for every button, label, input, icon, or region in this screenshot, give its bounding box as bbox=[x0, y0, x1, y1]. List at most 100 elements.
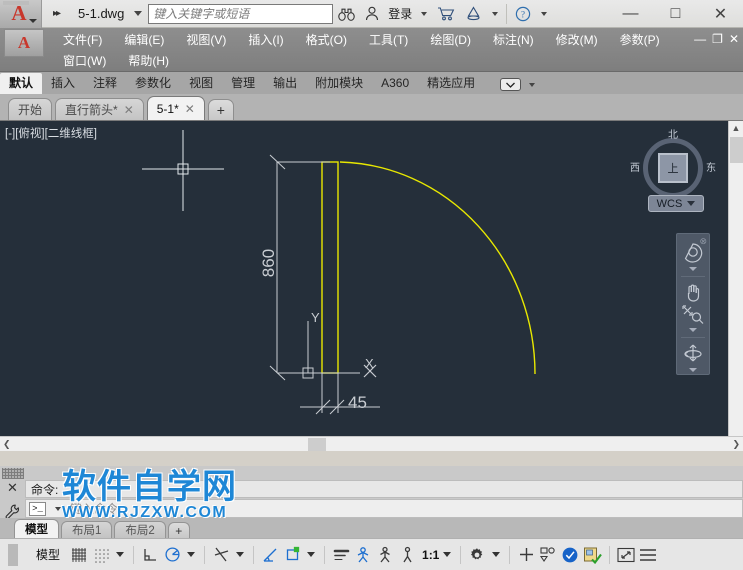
close-icon[interactable]: ✕ bbox=[185, 102, 195, 116]
ribbon-options-dropdown-icon[interactable] bbox=[529, 82, 536, 87]
status-menu-icon[interactable] bbox=[637, 542, 659, 568]
annotation-scale-dropdown-icon[interactable] bbox=[443, 552, 452, 557]
menu-item-format[interactable]: 格式(O) bbox=[295, 30, 358, 50]
annotation-scale-label[interactable]: 1:1 bbox=[418, 548, 439, 562]
qat-expand-icon[interactable]: ▸▸ bbox=[48, 8, 64, 19]
horizontal-scrollbar[interactable]: ❮ ❯ bbox=[0, 436, 743, 451]
chevron-down-icon[interactable] bbox=[687, 201, 696, 206]
sign-in-label[interactable]: 登录 bbox=[384, 5, 416, 22]
scroll-up-arrow-icon[interactable]: ▲ bbox=[732, 121, 741, 135]
vertical-scrollbar-thumb[interactable] bbox=[729, 137, 743, 163]
annotation-monitor-icon[interactable] bbox=[396, 542, 418, 568]
isolate-objects-icon[interactable] bbox=[537, 542, 559, 568]
scroll-right-arrow-icon[interactable]: ❯ bbox=[732, 439, 740, 450]
close-icon[interactable]: ✕ bbox=[124, 103, 134, 117]
maximize-button[interactable]: □ bbox=[653, 0, 698, 28]
ribbon-minimize-control[interactable] bbox=[500, 78, 540, 94]
object-snap-tracking-icon[interactable] bbox=[259, 542, 281, 568]
polar-tracking-icon[interactable] bbox=[161, 542, 183, 568]
command-history[interactable]: 命令: bbox=[25, 480, 743, 498]
drawing-canvas[interactable]: [-][俯视][二维线框] 860 45 Y X 上 北 西 东 WCS ⊗ bbox=[0, 121, 728, 442]
close-icon[interactable]: ✕ bbox=[7, 480, 18, 496]
menu-item-window[interactable]: 窗口(W) bbox=[52, 51, 117, 71]
zoom-extents-icon[interactable] bbox=[679, 305, 707, 325]
ducs-dropdown-icon[interactable] bbox=[307, 552, 316, 557]
clean-screen-icon[interactable] bbox=[615, 542, 637, 568]
layout-tab-layout1[interactable]: 布局1 bbox=[61, 521, 113, 538]
application-menu-button[interactable]: A bbox=[0, 0, 42, 28]
menu-item-file[interactable]: 文件(F) bbox=[52, 30, 113, 50]
close-button[interactable]: ✕ bbox=[698, 0, 743, 28]
ribbon-tab-featured-apps[interactable]: 精选应用 bbox=[418, 73, 484, 94]
customization-plus-icon[interactable] bbox=[515, 542, 537, 568]
help-icon[interactable]: ? bbox=[510, 0, 536, 28]
menu-item-tools[interactable]: 工具(T) bbox=[358, 30, 419, 50]
share-dropdown-icon[interactable] bbox=[492, 11, 499, 16]
user-icon[interactable] bbox=[360, 0, 384, 28]
layout-tab-layout2[interactable]: 布局2 bbox=[114, 521, 166, 538]
share-icon[interactable] bbox=[460, 0, 487, 28]
doc-tab-5-1[interactable]: 5-1* ✕ bbox=[146, 96, 205, 120]
mdi-minimize-button[interactable]: — bbox=[694, 32, 706, 46]
menu-item-edit[interactable]: 编辑(E) bbox=[113, 30, 175, 50]
menu-item-insert[interactable]: 插入(I) bbox=[237, 30, 294, 50]
ribbon-tab-addins[interactable]: 附加模块 bbox=[306, 73, 372, 94]
transparency-icon[interactable] bbox=[352, 542, 374, 568]
layout-tab-model[interactable]: 模型 bbox=[14, 519, 59, 538]
viewcube-top-face[interactable]: 上 bbox=[658, 153, 688, 183]
snap-dropdown-icon[interactable] bbox=[116, 552, 125, 557]
title-dropdown-icon[interactable] bbox=[134, 11, 143, 16]
hardware-accel-icon[interactable] bbox=[559, 542, 581, 568]
search-input[interactable]: 键入关键字或短语 bbox=[148, 3, 334, 24]
orbit-dropdown-icon[interactable] bbox=[689, 368, 697, 372]
mdi-restore-button[interactable]: ❐ bbox=[712, 32, 723, 46]
drawing-viewport[interactable]: [-][俯视][二维线框] 860 45 Y X 上 北 西 东 WCS ⊗ ▲… bbox=[0, 121, 743, 451]
minimize-button[interactable]: — bbox=[608, 0, 653, 28]
ribbon-tab-a360[interactable]: A360 bbox=[372, 73, 418, 94]
vertical-scrollbar[interactable]: ▲ bbox=[728, 121, 743, 442]
signin-dropdown-icon[interactable] bbox=[421, 11, 428, 16]
pan-hand-icon[interactable] bbox=[679, 282, 707, 302]
viewcube-west-label[interactable]: 西 bbox=[630, 159, 640, 174]
navigation-bar[interactable]: ⊗ bbox=[676, 233, 710, 375]
orbit-icon[interactable] bbox=[679, 343, 707, 365]
zoom-dropdown-icon[interactable] bbox=[689, 328, 697, 332]
new-document-button[interactable]: + bbox=[207, 99, 234, 120]
osnap-dropdown-icon[interactable] bbox=[236, 552, 245, 557]
chevron-down-icon[interactable] bbox=[29, 18, 37, 23]
doc-tab-straight-arrow[interactable]: 直行箭头* ✕ bbox=[55, 98, 144, 120]
ribbon-tab-manage[interactable]: 管理 bbox=[222, 73, 264, 94]
mdi-close-button[interactable]: ✕ bbox=[729, 32, 739, 46]
workspace-gear-icon[interactable] bbox=[466, 542, 488, 568]
steering-wheel-dropdown-icon[interactable] bbox=[689, 267, 697, 271]
command-input[interactable]: >_ 键入命令 bbox=[25, 499, 743, 518]
ribbon-tab-annotate[interactable]: 注释 bbox=[84, 73, 126, 94]
menu-app-icon[interactable]: A bbox=[4, 29, 44, 57]
viewcube-east-label[interactable]: 东 bbox=[706, 159, 716, 174]
command-prompt-icon[interactable]: >_ bbox=[29, 501, 46, 516]
command-options-dropdown-icon[interactable] bbox=[55, 506, 61, 511]
dynamic-ucs-icon[interactable] bbox=[281, 542, 303, 568]
command-line-drag-handle[interactable] bbox=[2, 468, 24, 479]
close-icon[interactable]: ⊗ bbox=[699, 236, 707, 247]
selection-cycling-icon[interactable] bbox=[374, 542, 396, 568]
chevron-down-icon[interactable] bbox=[500, 78, 522, 91]
grid-display-icon[interactable] bbox=[68, 542, 90, 568]
object-snap-icon[interactable] bbox=[210, 542, 232, 568]
menu-item-draw[interactable]: 绘图(D) bbox=[419, 30, 482, 50]
new-layout-button[interactable]: + bbox=[167, 522, 190, 538]
menu-item-parametric[interactable]: 参数(P) bbox=[609, 30, 671, 50]
cart-icon[interactable] bbox=[432, 0, 460, 28]
binoculars-icon[interactable] bbox=[333, 0, 360, 28]
ribbon-tab-output[interactable]: 输出 bbox=[264, 73, 306, 94]
menu-item-dimension[interactable]: 标注(N) bbox=[482, 30, 545, 50]
help-dropdown-icon[interactable] bbox=[541, 11, 548, 16]
ribbon-tab-home[interactable]: 默认 bbox=[0, 73, 43, 94]
menu-item-help[interactable]: 帮助(H) bbox=[117, 51, 180, 71]
lineweight-icon[interactable] bbox=[330, 542, 352, 568]
drawing-status-icon[interactable] bbox=[581, 542, 604, 568]
doc-tab-start[interactable]: 开始 bbox=[8, 98, 53, 120]
ortho-mode-icon[interactable] bbox=[139, 542, 161, 568]
wcs-dropdown-button[interactable]: WCS bbox=[648, 195, 704, 212]
menu-item-modify[interactable]: 修改(M) bbox=[545, 30, 609, 50]
